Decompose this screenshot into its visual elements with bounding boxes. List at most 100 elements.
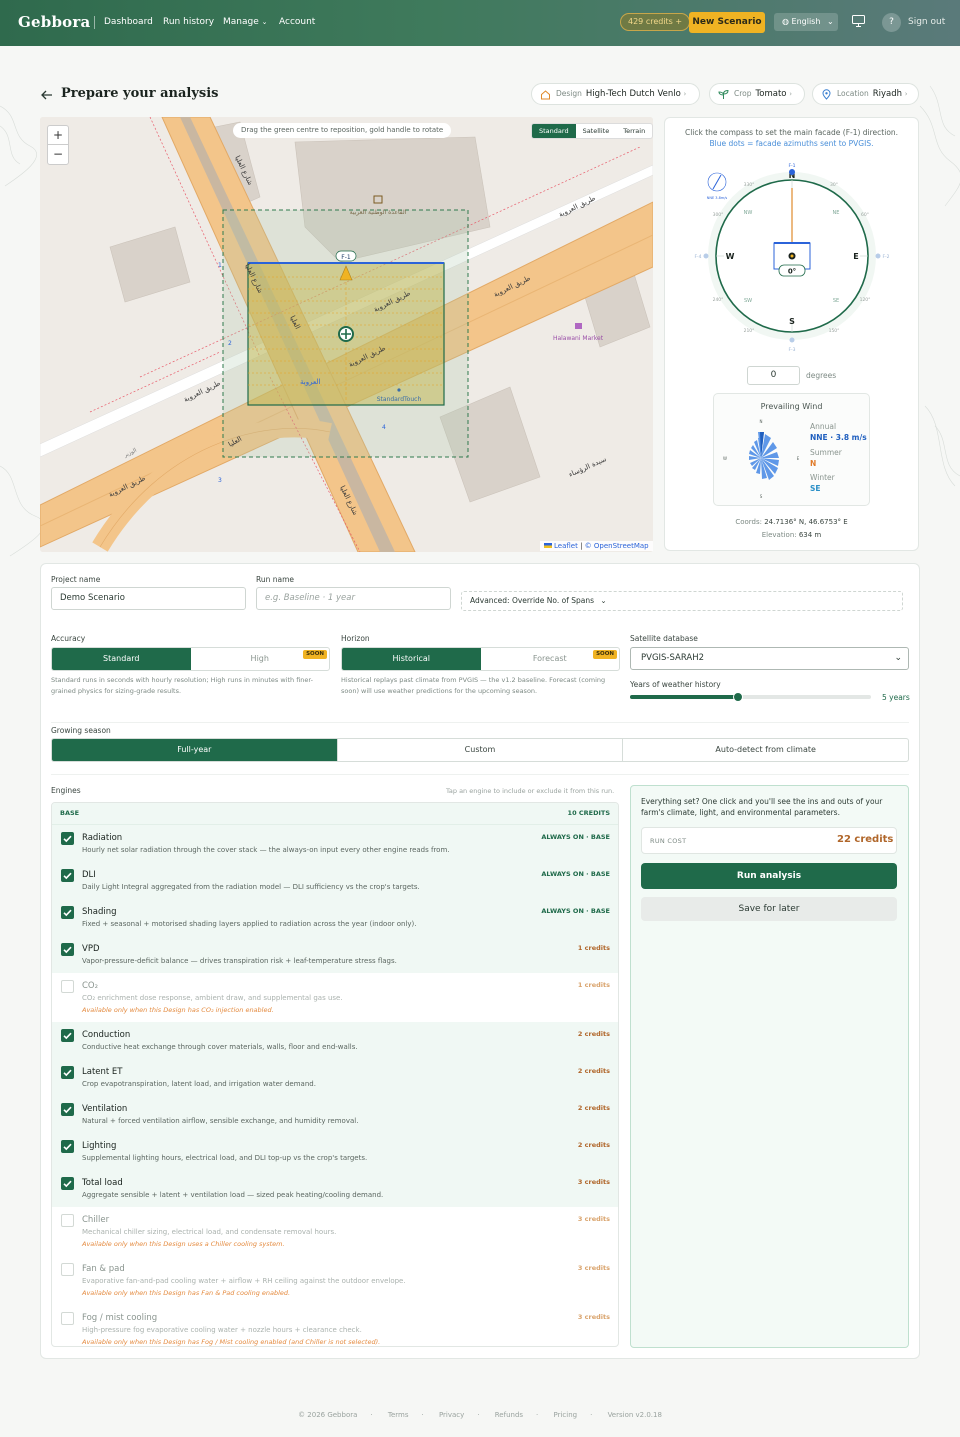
crop-pill-value: Tomato <box>755 89 787 99</box>
checkbox-checked-icon[interactable] <box>61 943 74 956</box>
compass-w: W <box>726 252 735 261</box>
horizon-historical[interactable]: Historical <box>342 648 481 670</box>
footer-terms[interactable]: Terms <box>388 1411 409 1419</box>
page-title: Prepare your analysis <box>61 86 219 101</box>
back-arrow-icon[interactable] <box>40 88 54 102</box>
osm-link[interactable]: © OpenStreetMap <box>585 542 649 550</box>
leaflet-link[interactable]: Leaflet <box>544 542 578 550</box>
engine-row[interactable]: Total load Aggregate sensible + latent + … <box>52 1170 618 1207</box>
footer-refunds[interactable]: Refunds <box>495 1411 523 1419</box>
logo[interactable]: Gebbora <box>18 13 90 31</box>
rose-s: S <box>760 494 763 499</box>
checkbox-checked-icon[interactable] <box>61 1103 74 1116</box>
map-canvas[interactable]: F-1 طريق العروبة طريق العروبة طريق العرو… <box>40 117 653 552</box>
season-full-year[interactable]: Full-year <box>52 739 337 761</box>
engine-availability-note: Available only when this Design has CO₂ … <box>82 1006 274 1014</box>
season-auto-detect[interactable]: Auto-detect from climate <box>622 739 908 761</box>
engine-description: Daily Light Integral aggregated from the… <box>82 883 420 891</box>
nav-dashboard[interactable]: Dashboard <box>104 17 153 27</box>
district-label: العروبة <box>300 378 320 386</box>
checkbox-checked-icon[interactable] <box>61 906 74 919</box>
engine-row: Fog / mist cooling High-pressure fog evap… <box>52 1305 618 1346</box>
degree-tick: 30° <box>830 182 838 188</box>
footer-privacy[interactable]: Privacy <box>439 1411 464 1419</box>
engine-row[interactable]: DLI Daily Light Integral aggregated from … <box>52 862 618 899</box>
chevron-right-icon: › <box>789 90 793 98</box>
engine-description: Aggregate sensible + latent + ventilatio… <box>82 1191 384 1199</box>
checkbox-checked-icon[interactable] <box>61 1066 74 1079</box>
engine-cost: 3 credits <box>577 1264 610 1272</box>
bus-stop-label: 1 <box>218 262 222 269</box>
crop-pill[interactable]: Crop Tomato › <box>709 83 805 105</box>
engine-name: CO₂ <box>82 981 99 991</box>
nav-run-history[interactable]: Run history <box>163 17 214 27</box>
soon-badge: SOON <box>303 650 327 659</box>
degrees-input[interactable]: 0 <box>747 366 800 385</box>
help-button[interactable]: ? <box>882 13 901 32</box>
tab-standard[interactable]: Standard <box>532 124 576 138</box>
zoom-out-button[interactable]: − <box>48 145 68 164</box>
sign-out-link[interactable]: Sign out <box>908 17 945 27</box>
facade-dot-f1[interactable] <box>789 169 795 175</box>
engine-row: Fan & pad Evaporative fan-and-pad cooling… <box>52 1256 618 1305</box>
run-name-input[interactable]: e.g. Baseline · 1 year <box>256 587 451 610</box>
credits-value: 429 credits <box>628 17 673 26</box>
engine-description: Fixed + seasonal + motorised shading lay… <box>82 920 417 928</box>
checkbox-checked-icon[interactable] <box>61 1177 74 1190</box>
language-value: English <box>791 17 821 26</box>
compass-sw: SW <box>744 298 752 304</box>
engine-name: Total load <box>82 1178 123 1188</box>
engine-row[interactable]: Latent ET Crop evapotranspiration, latent… <box>52 1059 618 1096</box>
rose-e: E <box>797 456 800 461</box>
engine-row[interactable]: Ventilation Natural + forced ventilation … <box>52 1096 618 1133</box>
run-analysis-button[interactable]: Run analysis <box>641 863 897 889</box>
checkbox-checked-icon[interactable] <box>61 869 74 882</box>
engine-name: Chiller <box>82 1215 110 1225</box>
new-scenario-button[interactable]: New Scenario <box>689 12 765 33</box>
tab-terrain[interactable]: Terrain <box>616 124 652 138</box>
facade-dot-f4[interactable] <box>703 253 709 259</box>
engine-row[interactable]: Radiation Hourly net solar radiation thro… <box>52 825 618 862</box>
engine-row[interactable]: Conduction Conductive heat exchange throu… <box>52 1022 618 1059</box>
save-for-later-button[interactable]: Save for later <box>641 897 897 921</box>
engine-row[interactable]: Shading Fixed + seasonal + motorised shad… <box>52 899 618 936</box>
site-map[interactable]: F-1 طريق العروبة طريق العروبة طريق العرو… <box>40 117 653 552</box>
chevron-down-icon: ⌄ <box>894 653 902 663</box>
facade-dot-f3[interactable] <box>789 337 795 343</box>
credits-badge[interactable]: 429 credits + <box>620 13 691 31</box>
advanced-spans-toggle[interactable]: Advanced: Override No. of Spans ⌄ <box>461 591 903 611</box>
engine-cost: ALWAYS ON · BASE <box>541 907 610 915</box>
horizon-forecast[interactable]: Forecast SOON <box>481 648 620 670</box>
checkbox-checked-icon[interactable] <box>61 832 74 845</box>
language-select[interactable]: ◍ English ⌄ <box>774 13 838 31</box>
ukraine-flag-icon <box>544 543 552 548</box>
design-pill-label: Design <box>556 89 582 98</box>
footer-pricing[interactable]: Pricing <box>554 1411 578 1419</box>
engine-row: Chiller Mechanical chiller sizing, electr… <box>52 1207 618 1256</box>
project-name-input[interactable]: Demo Scenario <box>51 587 246 610</box>
engine-cost: 3 credits <box>577 1178 610 1186</box>
engine-description: Conductive heat exchange through cover m… <box>82 1043 358 1051</box>
accuracy-high[interactable]: High SOON <box>191 648 330 670</box>
nav-manage[interactable]: Manage ⌄ <box>223 17 268 27</box>
engine-row[interactable]: VPD Vapor-pressure-deficit balance — driv… <box>52 936 618 973</box>
satellite-db-select[interactable]: PVGIS-SARAH2 ⌄ <box>630 647 909 670</box>
nav-account[interactable]: Account <box>279 17 315 27</box>
tab-satellite[interactable]: Satellite <box>576 124 617 138</box>
facade-dot-f2[interactable] <box>875 253 881 259</box>
accuracy-standard[interactable]: Standard <box>52 648 191 670</box>
season-custom[interactable]: Custom <box>336 739 623 761</box>
checkbox-checked-icon[interactable] <box>61 1029 74 1042</box>
engine-row[interactable]: Lighting Supplemental lighting hours, ele… <box>52 1133 618 1170</box>
facade-compass[interactable]: N E S W NW NE SW SE 330° 30° 300° 60° 24… <box>692 158 892 356</box>
house-icon <box>541 90 550 100</box>
base-credits: 10 CREDITS <box>567 809 610 817</box>
engine-description: CO₂ enrichment dose response, ambient dr… <box>82 994 343 1002</box>
monitor-icon[interactable] <box>852 15 865 27</box>
location-pill[interactable]: Location Riyadh › <box>812 83 919 105</box>
compass-hint: Click the compass to set the main facade… <box>684 128 899 137</box>
footer-copyright: © 2026 Gebbora <box>298 1411 358 1419</box>
design-pill[interactable]: Design High-Tech Dutch Venlo › <box>531 83 700 105</box>
zoom-in-button[interactable]: + <box>48 126 68 145</box>
checkbox-checked-icon[interactable] <box>61 1140 74 1153</box>
